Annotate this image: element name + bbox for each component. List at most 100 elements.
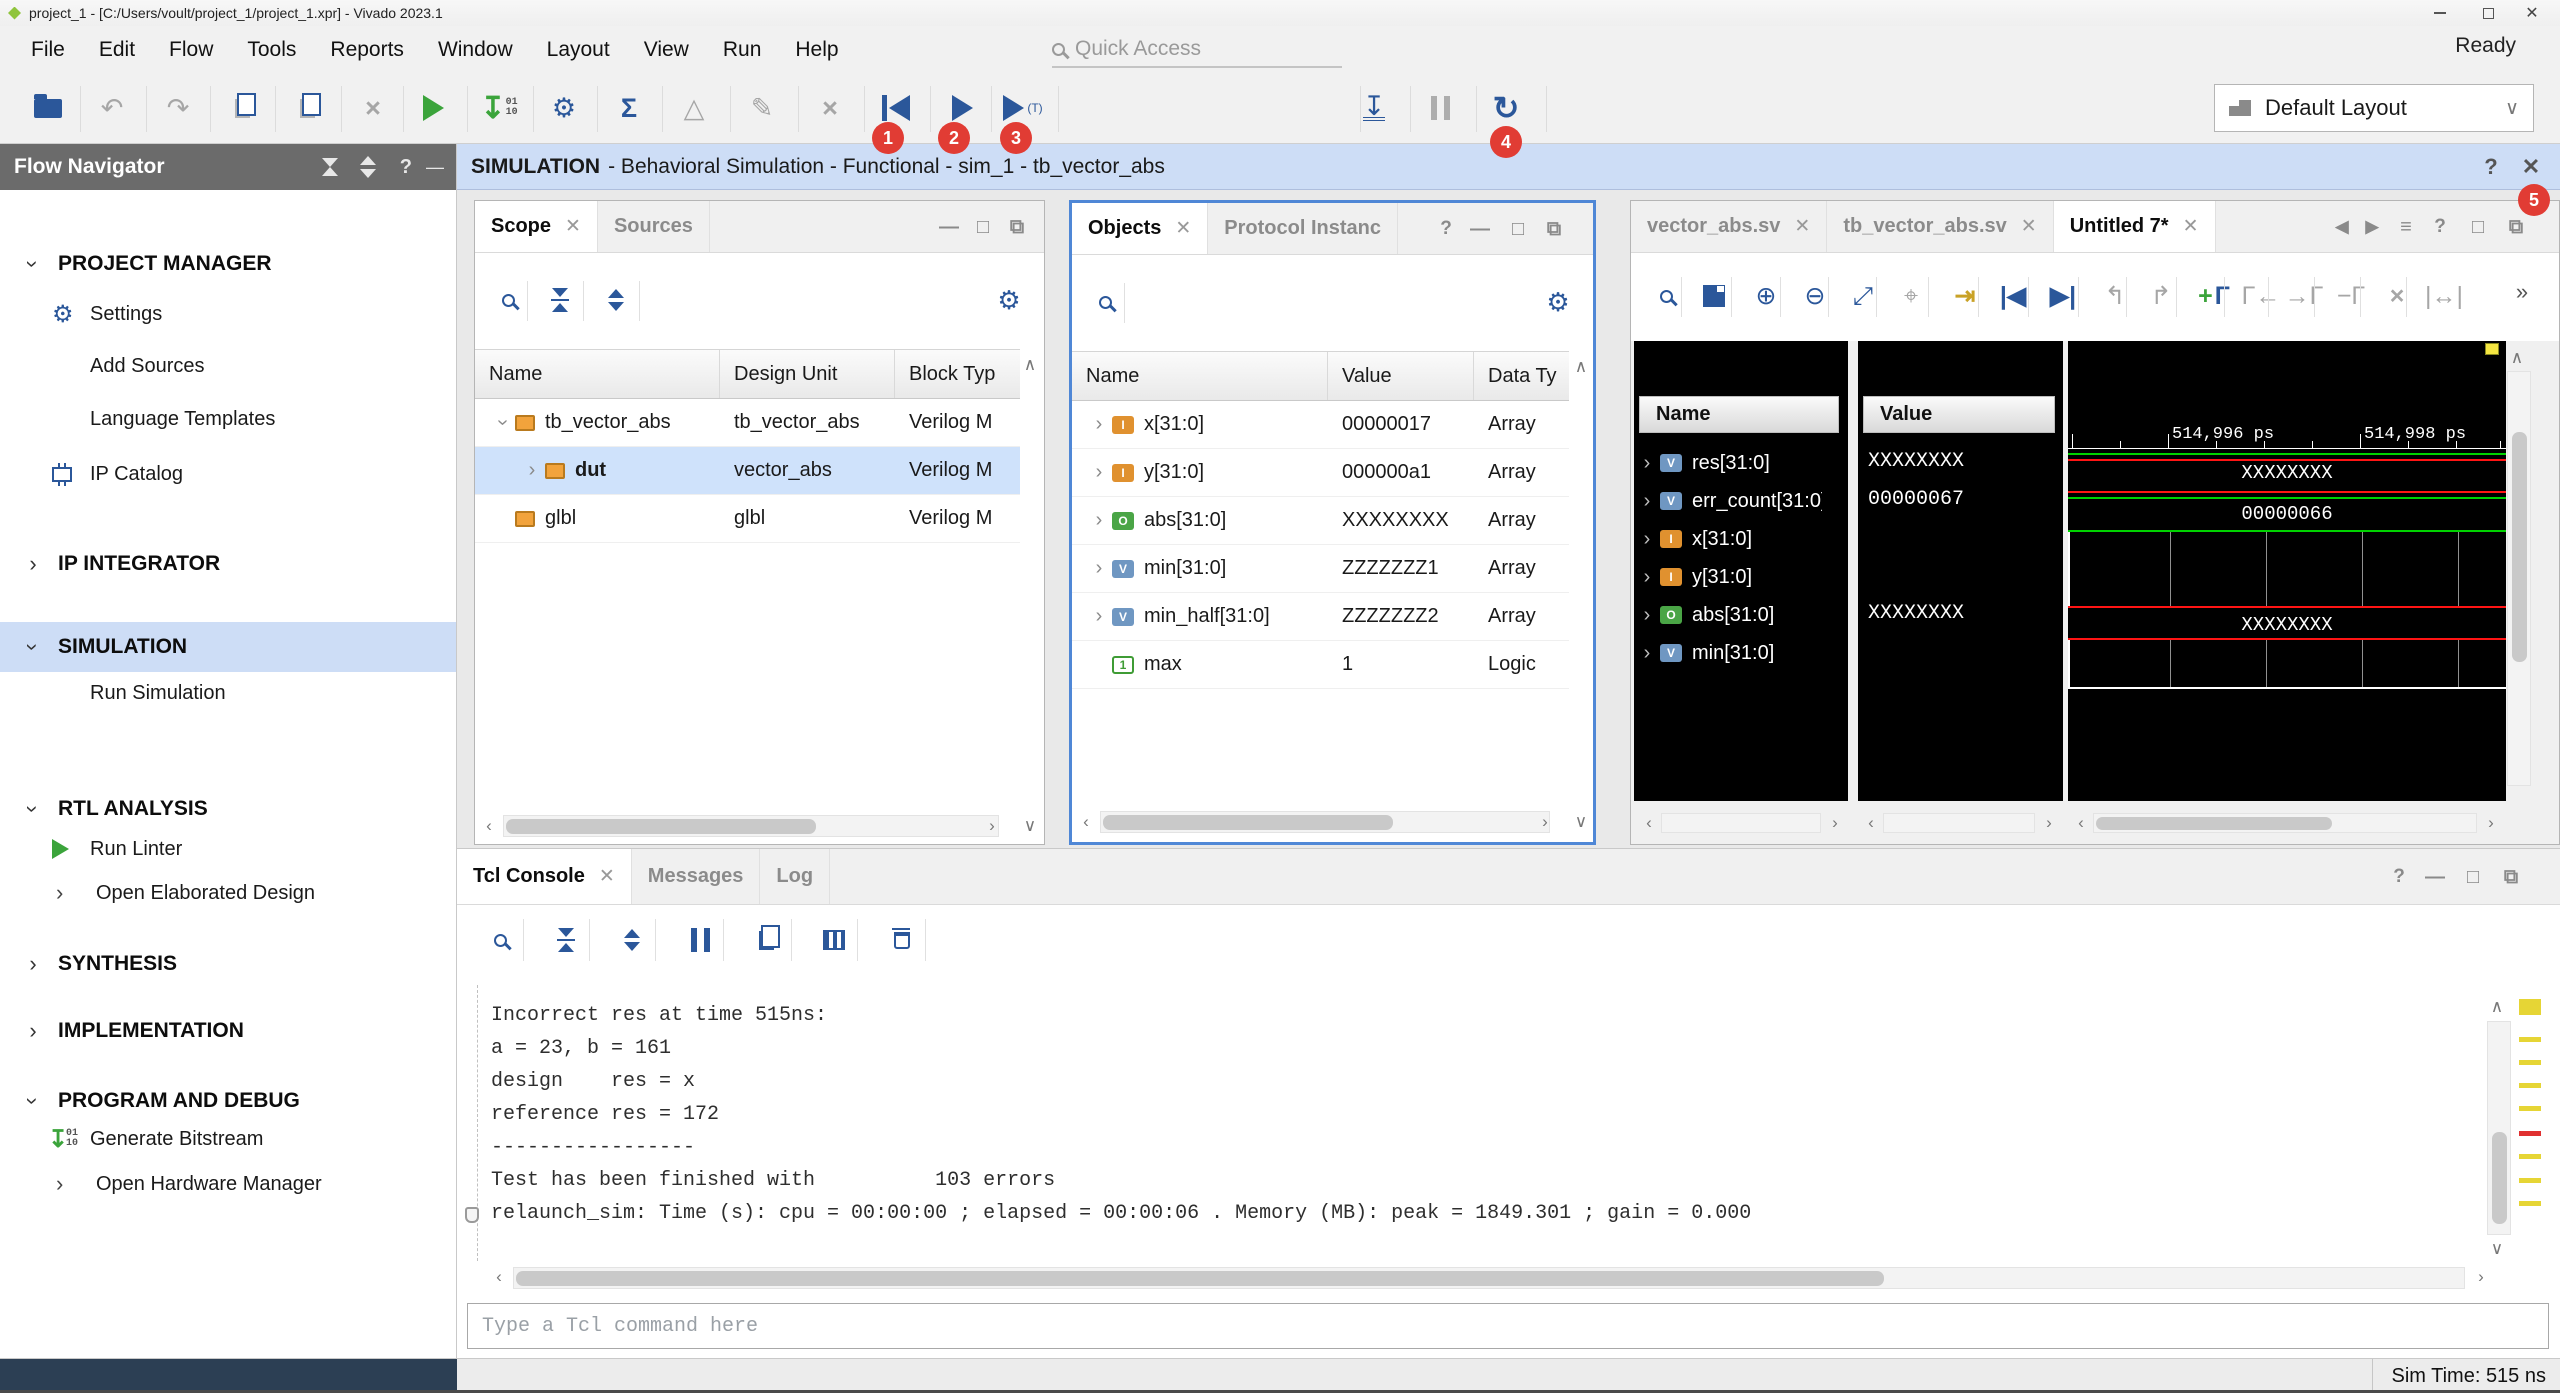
zoom-out-icon[interactable]: ⊖: [1792, 273, 1838, 319]
scroll-up-icon[interactable]: ∧: [2485, 995, 2509, 1019]
delete-button[interactable]: ×: [347, 82, 399, 134]
copy-button[interactable]: [216, 82, 268, 134]
redo-button[interactable]: ↷: [152, 82, 204, 134]
flow-item-ip-catalog[interactable]: IP Catalog: [0, 451, 456, 497]
previous-transition-icon[interactable]: |◀: [1990, 273, 2036, 319]
close-icon[interactable]: ✕: [2183, 215, 2199, 238]
close-icon[interactable]: ✕: [2021, 215, 2037, 238]
column-header-name[interactable]: Name: [1072, 352, 1328, 400]
help-icon[interactable]: ?: [2382, 860, 2416, 894]
expand-all-icon[interactable]: [360, 156, 376, 178]
flow-item-run-simulation[interactable]: Run Simulation: [0, 670, 456, 716]
scrollbar-thumb[interactable]: [2512, 432, 2527, 662]
scroll-right-icon[interactable]: ›: [1823, 811, 1847, 835]
scrollbar-thumb[interactable]: [1103, 815, 1393, 830]
report-sigma-button[interactable]: Σ: [603, 82, 655, 134]
flow-item-add-sources[interactable]: Add Sources: [0, 343, 456, 389]
objects-row-abs-31-0[interactable]: ›Oabs[31:0]XXXXXXXXArray: [1072, 497, 1569, 545]
help-icon[interactable]: ?: [1429, 212, 1463, 246]
annotation-mark[interactable]: [2519, 1178, 2541, 1183]
sim-step-button[interactable]: ↧: [1348, 82, 1400, 134]
scroll-left-icon[interactable]: ‹: [1637, 811, 1661, 835]
tab-objects[interactable]: Objects✕: [1072, 203, 1208, 254]
swap-cursor-icon[interactable]: |↔|: [2421, 273, 2467, 319]
flow-section-synthesis[interactable]: ›SYNTHESIS: [0, 941, 456, 987]
console-vscrollbar[interactable]: [2487, 1021, 2511, 1235]
scroll-down-icon[interactable]: ∨: [1018, 814, 1042, 838]
console-hscrollbar[interactable]: [513, 1267, 2465, 1289]
menu-item-tools[interactable]: Tools: [230, 38, 313, 61]
search-icon[interactable]: [477, 917, 523, 963]
annotation-mark[interactable]: [2519, 1106, 2541, 1111]
annotation-mark[interactable]: [2519, 1083, 2541, 1088]
menu-item-help[interactable]: Help: [778, 38, 855, 61]
settings-gear-button[interactable]: ⚙: [538, 82, 590, 134]
help-icon[interactable]: ?: [400, 156, 412, 179]
sim-pause-button[interactable]: [1414, 82, 1466, 134]
cancel-disabled-button[interactable]: ×: [804, 82, 856, 134]
scope-row-dut[interactable]: ›dutvector_absVerilog M: [475, 447, 1020, 495]
float-icon[interactable]: ⧉: [1537, 212, 1571, 246]
scroll-right-icon[interactable]: ›: [2037, 811, 2061, 835]
gear-icon[interactable]: ⚙: [1535, 279, 1581, 325]
annotation-mark[interactable]: [2519, 1154, 2541, 1159]
float-icon[interactable]: ⧉: [1000, 210, 1034, 244]
chevron-right-icon[interactable]: ›: [56, 1171, 63, 1197]
scroll-up-icon[interactable]: ∧: [2505, 346, 2529, 370]
close-icon[interactable]: ✕: [1794, 215, 1810, 238]
validate-button[interactable]: △: [668, 82, 720, 134]
tab-tcl-console[interactable]: Tcl Console✕: [457, 849, 632, 904]
gear-icon[interactable]: ⚙: [986, 277, 1032, 323]
scrollbar-thumb[interactable]: [2096, 817, 2332, 830]
scroll-left-icon[interactable]: ‹: [487, 1265, 511, 1289]
scrollbar-thumb[interactable]: [516, 1271, 1884, 1286]
next-marker-icon[interactable]: →Γ: [2281, 273, 2327, 319]
tab-sources[interactable]: Sources: [598, 201, 710, 252]
overflow-icon[interactable]: »: [2499, 269, 2545, 315]
flow-item-language-templates[interactable]: Language Templates: [0, 396, 456, 442]
scroll-up-icon[interactable]: ∧: [1569, 355, 1593, 379]
generate-bitstream-button[interactable]: ↧0110: [473, 82, 525, 134]
tab-vector-abs-sv[interactable]: vector_abs.sv✕: [1631, 201, 1827, 252]
wave-marker-flag[interactable]: [2485, 343, 2499, 355]
wave-signal-err-count-31-0[interactable]: ›Verr_count[31:0]: [1634, 482, 1848, 520]
wave-signal-y-31-0[interactable]: ›Iy[31:0]: [1634, 558, 1848, 596]
zoom-fit-icon[interactable]: ⤢: [1840, 273, 1886, 319]
flow-item-settings[interactable]: ⚙Settings: [0, 291, 456, 337]
scroll-right-icon[interactable]: ›: [2469, 1265, 2493, 1289]
tcl-command-input[interactable]: [467, 1303, 2549, 1349]
remove-marker-icon[interactable]: −Γ: [2328, 273, 2374, 319]
menu-item-view[interactable]: View: [627, 38, 706, 61]
flow-item-open-elaborated-design[interactable]: ›Open Elaborated Design: [0, 870, 456, 916]
tab-untitled-7[interactable]: Untitled 7*✕: [2054, 201, 2216, 252]
collapse-all-icon[interactable]: [322, 158, 338, 176]
maximize-icon[interactable]: □: [2461, 210, 2495, 244]
go-to-time-icon[interactable]: ⇥: [1942, 273, 1988, 319]
tab-scroll-right-icon[interactable]: ▶: [2355, 210, 2389, 244]
close-icon[interactable]: ✕: [599, 865, 615, 888]
tab-scroll-left-icon[interactable]: ◀: [2325, 210, 2359, 244]
scroll-right-icon[interactable]: ›: [980, 814, 1004, 838]
minimize-icon[interactable]: —: [1463, 212, 1497, 246]
chevron-right-icon[interactable]: ›: [18, 551, 48, 577]
undo-button[interactable]: ↶: [86, 82, 138, 134]
close-icon[interactable]: ✕: [1175, 217, 1191, 240]
minimize-icon[interactable]: —: [426, 157, 444, 178]
search-icon[interactable]: [1082, 279, 1128, 325]
edit-disabled-button[interactable]: ✎: [736, 82, 788, 134]
menu-item-edit[interactable]: Edit: [82, 38, 152, 61]
wave-signal-res-31-0[interactable]: ›Vres[31:0]: [1634, 444, 1848, 482]
chevron-down-icon[interactable]: ›: [18, 251, 48, 277]
annotation-mark[interactable]: [2519, 1037, 2541, 1042]
expand-all-icon[interactable]: [609, 917, 655, 963]
flow-section-simulation[interactable]: ›SIMULATION: [0, 624, 456, 670]
help-icon[interactable]: ?: [2474, 150, 2508, 184]
wave-vscrollbar[interactable]: [2507, 371, 2531, 786]
scroll-left-icon[interactable]: ‹: [1074, 810, 1098, 834]
chevron-right-icon[interactable]: ›: [56, 880, 63, 906]
run-button[interactable]: [407, 82, 459, 134]
scroll-left-icon[interactable]: ‹: [2069, 811, 2093, 835]
chevron-down-icon[interactable]: ›: [18, 1088, 48, 1114]
annotation-mark[interactable]: [2519, 1131, 2541, 1136]
menu-item-layout[interactable]: Layout: [530, 38, 627, 61]
